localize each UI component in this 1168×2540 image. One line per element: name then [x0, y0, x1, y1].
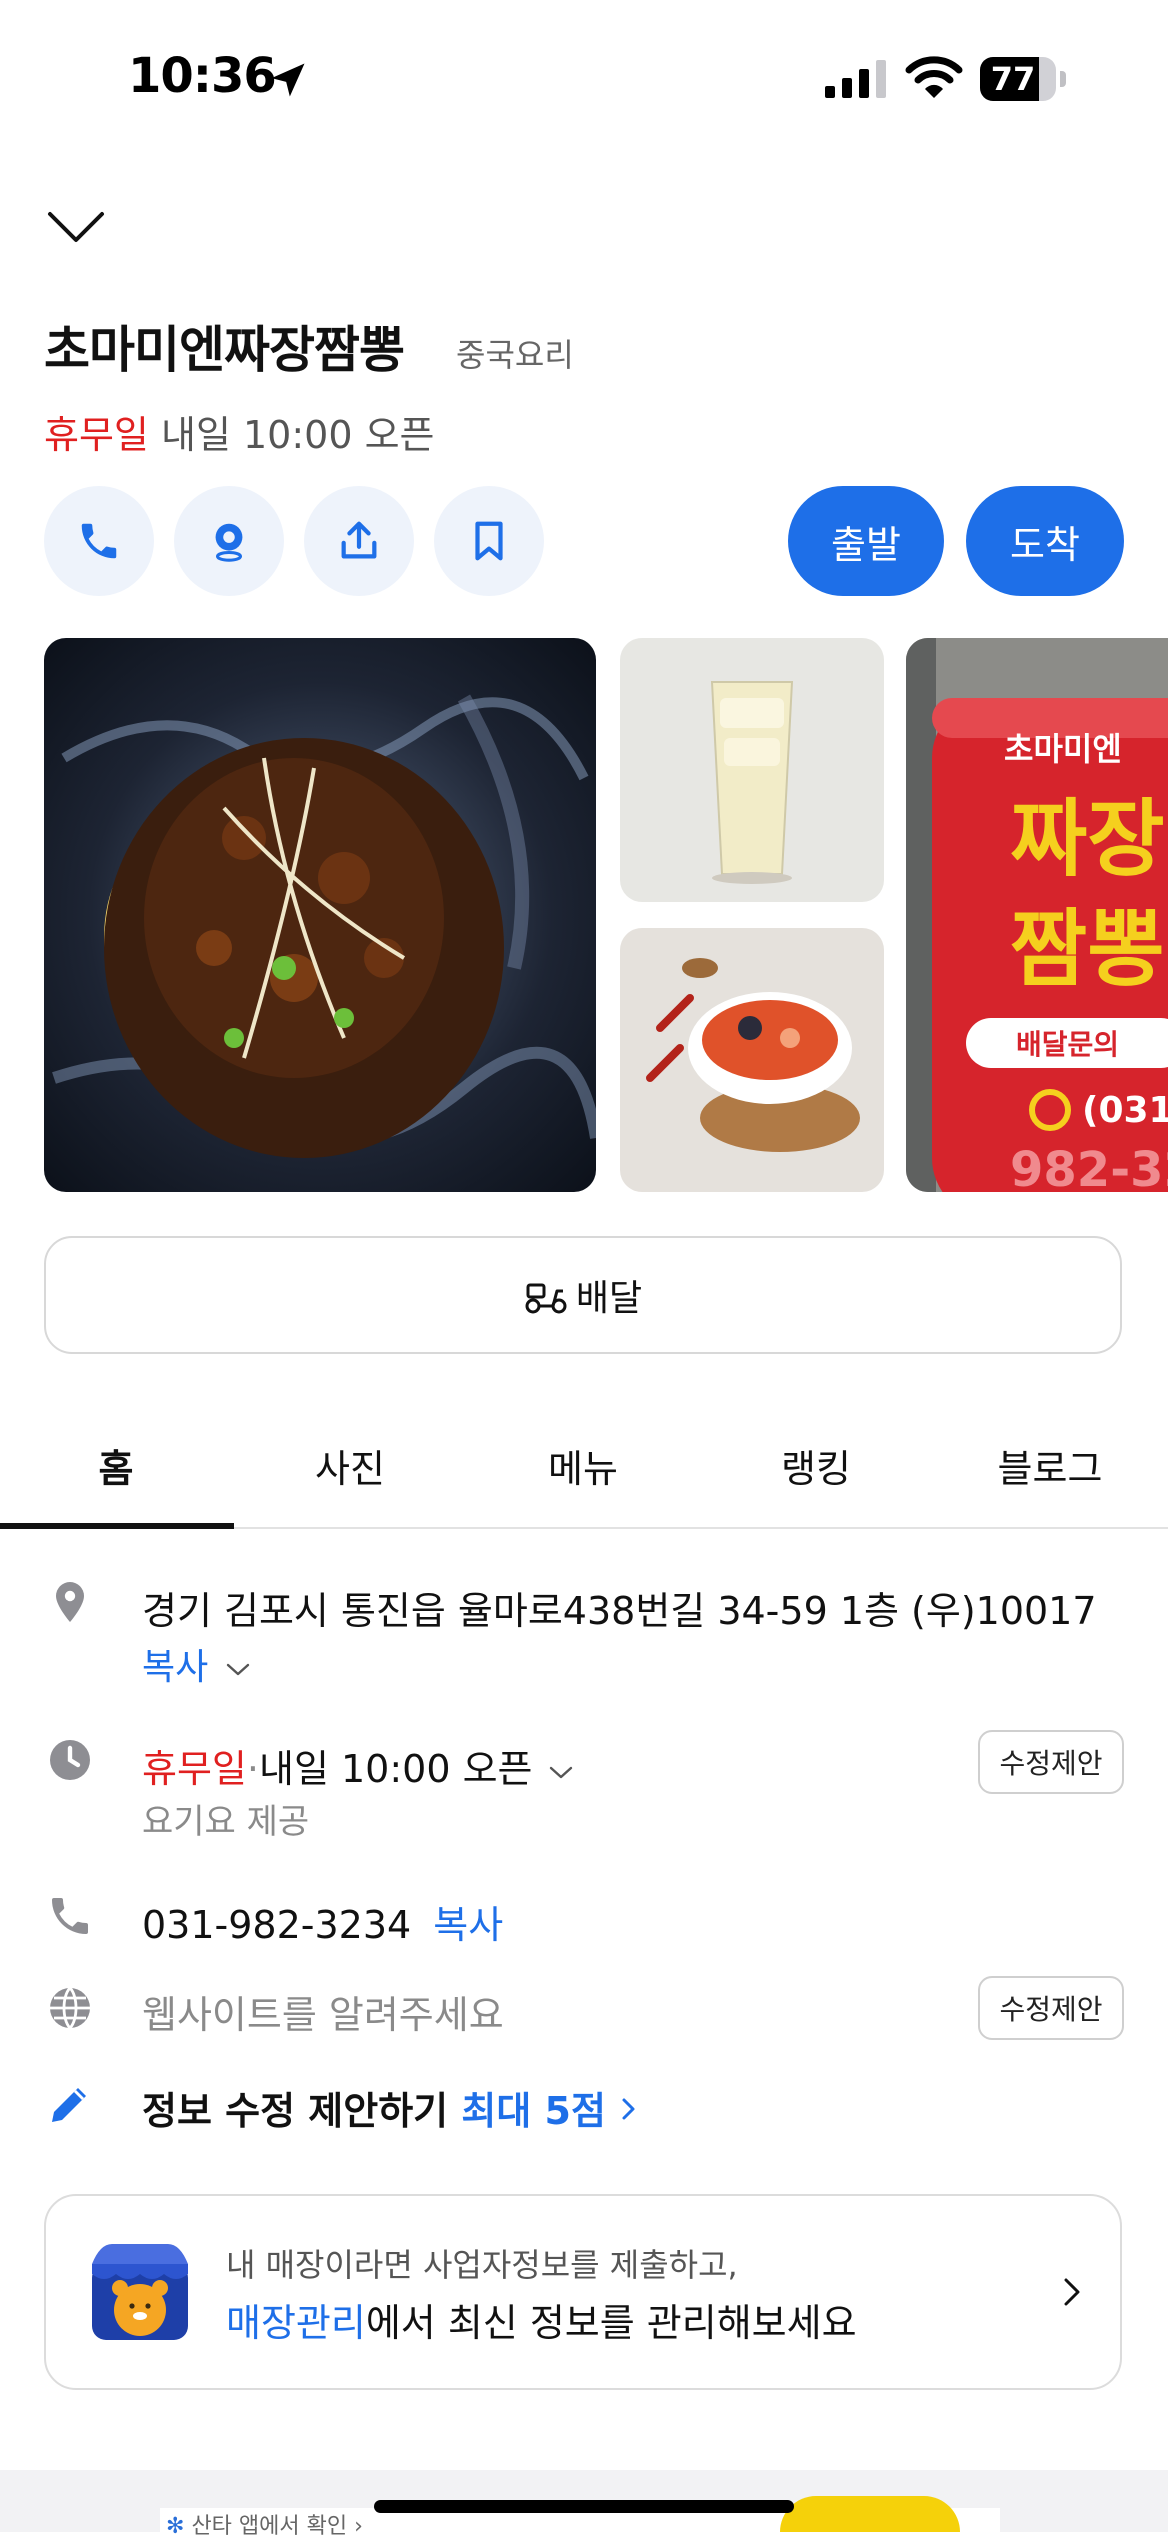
- suggest-edit-hours-button[interactable]: 수정제안: [978, 1730, 1124, 1794]
- business-card-line1: 내 매장이라면 사업자정보를 제출하고,: [226, 2246, 738, 2284]
- phone-icon: [52, 1898, 88, 1934]
- bookmark-icon: [475, 521, 503, 561]
- bottom-hint-label: 산타 앱에서 확인: [191, 2514, 348, 2539]
- chevron-right-icon: [1064, 2278, 1080, 2306]
- photo-jjajang[interactable]: [44, 638, 596, 1192]
- snowflake-icon: ✻: [166, 2514, 185, 2539]
- location-pin-icon: [56, 1582, 84, 1622]
- store-manage-link[interactable]: 매장관리: [226, 2301, 366, 2345]
- home-indicator: [374, 2500, 794, 2513]
- phone-row: 031-982-3234 복사: [142, 1894, 503, 1949]
- business-card-line2-rest: 에서 최신 정보를 관리해보세요: [365, 2301, 857, 2345]
- edit-suggestion-label: 정보 수정 제안하기: [142, 2089, 449, 2133]
- chevron-down-icon: [226, 1663, 249, 1676]
- chevron-right-icon: [622, 2098, 635, 2120]
- banner-line-5: (031: [1082, 1090, 1168, 1131]
- cellular-signal-icon: [825, 60, 886, 98]
- globe-icon: [50, 1987, 90, 2029]
- delivery-label: 배달: [575, 1278, 643, 1319]
- store-character-icon: [92, 2244, 188, 2340]
- chevron-down-icon: [549, 1766, 572, 1779]
- place-name: 초마미엔짜장짬뽕: [44, 321, 405, 379]
- tab-photos[interactable]: 사진: [234, 1438, 466, 1493]
- address-text: 경기 김포시 통진읍 율마로438번길 34-59 1층 (우)10017: [142, 1589, 1097, 1633]
- delivery-button[interactable]: 배달: [44, 1236, 1122, 1354]
- place-category: 중국요리: [456, 336, 574, 374]
- location-pin-icon: [215, 523, 243, 562]
- closed-label: 휴무일: [44, 413, 149, 457]
- photo-banner[interactable]: 초마미엔 짜장 짬뽕 배달문의 (031 982-32: [906, 638, 1168, 1192]
- share-icon: [341, 521, 377, 559]
- share-button[interactable]: [304, 486, 414, 596]
- address-copy[interactable]: 복사: [142, 1638, 252, 1690]
- banner-line-1: 초마미엔: [1004, 730, 1122, 768]
- open-status: 휴무일 내일 10:00 오픈: [44, 404, 435, 459]
- active-tab-indicator: [0, 1523, 234, 1529]
- photo-drink[interactable]: [620, 638, 884, 902]
- chevron-down-icon[interactable]: [46, 202, 106, 252]
- tab-home[interactable]: 홈: [0, 1438, 232, 1493]
- banner-line-2: 짜장: [1010, 790, 1165, 888]
- battery-indicator: 77: [980, 57, 1066, 101]
- edit-suggestion-link[interactable]: 정보 수정 제안하기 최대 5점: [142, 2080, 639, 2135]
- depart-button[interactable]: 출발: [788, 486, 944, 596]
- hours-open: 내일 10:00 오픈: [258, 1747, 533, 1791]
- wifi-icon: [905, 56, 963, 98]
- clock-icon: [50, 1740, 90, 1780]
- roadview-button[interactable]: [174, 486, 284, 596]
- phone-icon: [81, 523, 117, 559]
- scooter-icon: [525, 1283, 567, 1314]
- hours-source: 요기요 제공: [142, 1802, 310, 1842]
- open-info: 내일 10:00 오픈: [160, 413, 435, 457]
- banner-line-6: 982-32: [1010, 1142, 1168, 1192]
- suggest-edit-website-button[interactable]: 수정제안: [978, 1976, 1124, 2040]
- ad-character-image: [780, 2496, 960, 2532]
- status-time: 10:36: [128, 48, 277, 104]
- pencil-icon: [52, 2088, 86, 2122]
- phone-number[interactable]: 031-982-3234: [142, 1903, 411, 1947]
- location-arrow-icon: [271, 63, 305, 97]
- edit-suggestion-points: 최대 5점: [461, 2089, 606, 2133]
- call-button[interactable]: [44, 486, 154, 596]
- website-placeholder[interactable]: 웹사이트를 알려주세요: [142, 1984, 504, 2039]
- tab-blog[interactable]: 블로그: [934, 1438, 1166, 1493]
- battery-percent: 77: [990, 60, 1036, 98]
- address-copy-label: 복사: [142, 1647, 209, 1688]
- arrive-button[interactable]: 도착: [966, 486, 1124, 596]
- chevron-right-icon: ›: [354, 2514, 363, 2539]
- phone-copy-button[interactable]: 복사: [433, 1903, 503, 1947]
- save-button[interactable]: [434, 486, 544, 596]
- hours-closed: 휴무일: [142, 1747, 247, 1791]
- hours-separator: ·: [246, 1747, 259, 1791]
- banner-line-3: 짬뽕: [1010, 900, 1165, 998]
- tab-ranking[interactable]: 랭킹: [700, 1438, 932, 1493]
- photo-jjamppong[interactable]: [620, 928, 884, 1192]
- tab-menu[interactable]: 메뉴: [467, 1438, 699, 1493]
- hours-row[interactable]: 휴무일·내일 10:00 오픈: [142, 1738, 575, 1793]
- business-card-line2: 매장관리에서 최신 정보를 관리해보세요: [226, 2292, 857, 2347]
- bottom-hint: ✻ 산타 앱에서 확인 ›: [166, 2508, 363, 2540]
- banner-line-4: 배달문의: [1016, 1028, 1119, 1061]
